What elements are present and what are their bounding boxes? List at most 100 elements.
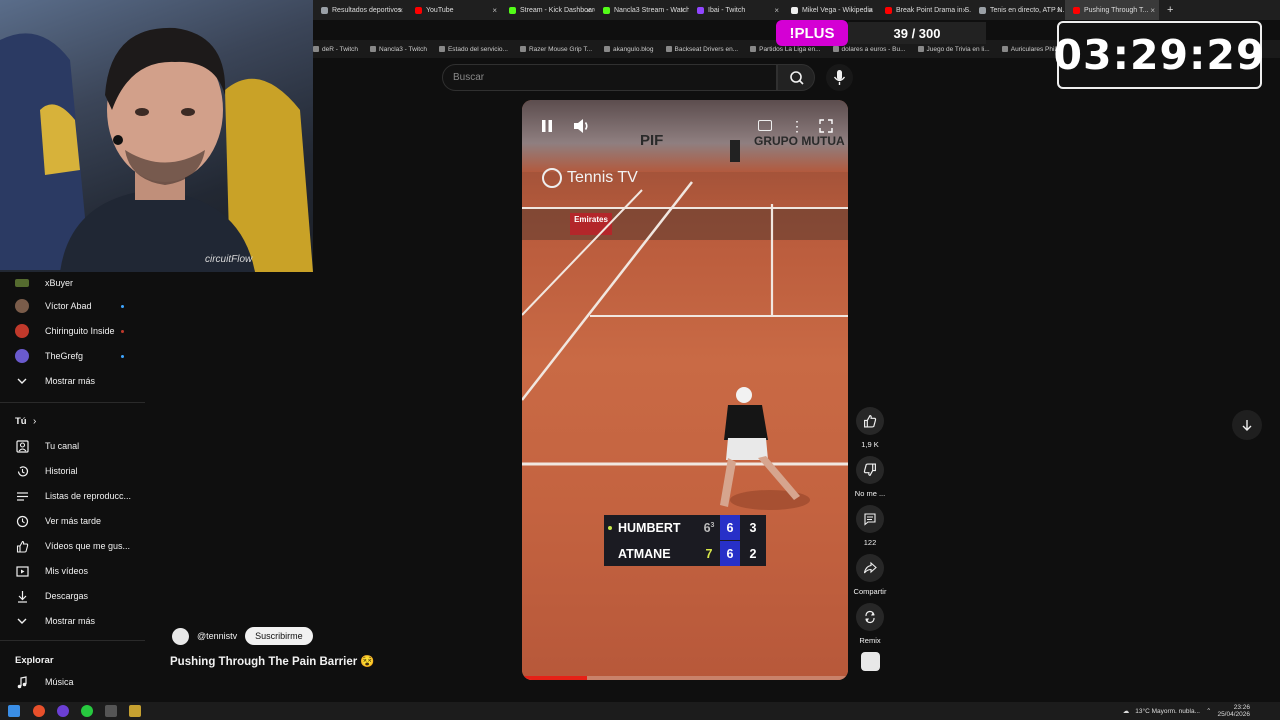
channel-logo-thumbnail[interactable] bbox=[861, 652, 880, 671]
comments-button[interactable]: 122 bbox=[852, 505, 888, 547]
close-tab-icon[interactable]: × bbox=[868, 6, 873, 15]
sidebar-item-playlists[interactable]: Listas de reproducc... bbox=[0, 485, 150, 507]
bookmark-item[interactable]: Backseat Drivers en... bbox=[665, 46, 738, 53]
close-tab-icon[interactable]: × bbox=[586, 6, 591, 15]
browser-tab[interactable]: Pushing Through T... × bbox=[1065, 0, 1159, 20]
close-tab-icon[interactable]: × bbox=[398, 6, 403, 15]
video-frame: Emirates Tennis TV PIF GRUPO MUTUA bbox=[522, 100, 848, 680]
banner-left: PIF bbox=[640, 132, 664, 149]
tab-favicon-icon bbox=[415, 6, 422, 14]
tab-label: Mikel Vega - Wikipedia bbox=[802, 6, 873, 14]
channel-handle[interactable]: @tennistv bbox=[197, 631, 237, 641]
video-title[interactable]: Pushing Through The Pain Barrier 😵 bbox=[170, 654, 375, 668]
tab-label: Break Point Drama in S... bbox=[896, 6, 971, 14]
sidebar-sub-1[interactable]: Víctor Abad bbox=[0, 295, 150, 317]
captions-icon[interactable] bbox=[758, 120, 772, 131]
browser-tab[interactable]: Nancla3 Stream - Watch × bbox=[595, 0, 689, 20]
like-button[interactable]: 1,9 K bbox=[852, 407, 888, 449]
bookmark-item[interactable]: Juego de Trivia en li... bbox=[917, 46, 990, 53]
volume-button[interactable] bbox=[572, 117, 592, 135]
chrome-icon[interactable] bbox=[33, 705, 45, 717]
shorts-video-player[interactable]: Emirates Tennis TV PIF GRUPO MUTUA ⋮ HUM… bbox=[522, 100, 848, 680]
search-input[interactable]: Buscar bbox=[442, 64, 777, 91]
sidebar-item-label: Tu canal bbox=[45, 441, 80, 451]
pause-icon bbox=[542, 120, 552, 132]
close-tab-icon[interactable]: × bbox=[680, 6, 685, 15]
next-video-button[interactable] bbox=[1232, 410, 1262, 440]
browser-tab[interactable]: Resultados deportivos × bbox=[313, 0, 407, 20]
fullscreen-button[interactable] bbox=[818, 118, 834, 134]
history-icon bbox=[15, 464, 29, 478]
dislike-button[interactable]: No me ... bbox=[852, 456, 888, 498]
browser-tab[interactable]: YouTube × bbox=[407, 0, 501, 20]
close-tab-icon[interactable]: × bbox=[1056, 6, 1061, 15]
bookmark-item[interactable]: dolares a euros - Bu... bbox=[832, 46, 906, 53]
sidebar-item-downloads[interactable]: Descargas bbox=[0, 585, 150, 607]
tab-label: Stream - Kick Dashboard bbox=[520, 6, 595, 14]
close-tab-icon[interactable]: × bbox=[492, 6, 497, 15]
sidebar-item-your-channel[interactable]: Tu canal bbox=[0, 435, 150, 457]
bookmark-item[interactable]: Partidos La Liga en... bbox=[750, 46, 821, 53]
browser-tab[interactable]: Stream - Kick Dashboard × bbox=[501, 0, 595, 20]
comment-count: 122 bbox=[863, 538, 877, 547]
remix-button[interactable]: Remix bbox=[852, 603, 888, 645]
more-options-icon[interactable]: ⋮ bbox=[790, 117, 804, 135]
sidebar-item-history[interactable]: Historial bbox=[0, 460, 150, 482]
sidebar-item-watch-later[interactable]: Ver más tarde bbox=[0, 510, 150, 532]
plus-badge: !PLUS bbox=[776, 20, 848, 46]
tab-label: Nancla3 Stream - Watch bbox=[614, 6, 689, 14]
sidebar-item-liked-videos[interactable]: Vídeos que me gus... bbox=[0, 535, 150, 557]
system-tray: ☁ 13°C Mayorm. nubla... ⌃ 23:26 25/04/20… bbox=[1123, 704, 1250, 718]
app-icon[interactable] bbox=[57, 705, 69, 717]
you-section-header[interactable]: Tú › bbox=[0, 410, 150, 432]
channel-avatar[interactable] bbox=[172, 627, 189, 645]
close-tab-icon[interactable]: × bbox=[962, 6, 967, 15]
bookmark-label: Nancla3 - Twitch bbox=[379, 45, 427, 53]
browser-tab[interactable]: Break Point Drama in S... × bbox=[877, 0, 971, 20]
clock[interactable]: 23:26 25/04/2026 bbox=[1217, 704, 1250, 718]
browser-tab[interactable]: Ibai - Twitch × bbox=[689, 0, 783, 20]
search-button[interactable] bbox=[777, 64, 815, 91]
serve-indicator bbox=[608, 525, 612, 530]
scoreboard: HUMBERT 63 6 3 ATMANE 7 6 2 bbox=[604, 515, 766, 566]
thumb-up-icon bbox=[864, 415, 877, 428]
wifi-icon[interactable]: ⌃ bbox=[1206, 707, 1211, 715]
close-tab-icon[interactable]: × bbox=[774, 6, 779, 15]
browser-tab[interactable]: Mikel Vega - Wikipedia × bbox=[783, 0, 877, 20]
share-button[interactable]: Compartir bbox=[852, 554, 888, 596]
close-tab-icon[interactable]: × bbox=[1150, 6, 1155, 15]
bookmark-item[interactable]: akangulo.blog bbox=[604, 46, 654, 53]
new-tab-icon[interactable]: + bbox=[1167, 4, 1173, 16]
comment-icon bbox=[864, 513, 876, 526]
sidebar-item-label: Ver más tarde bbox=[45, 516, 102, 526]
show-more-subscriptions[interactable]: Mostrar más bbox=[0, 370, 150, 392]
subscribe-button[interactable]: Suscribirme bbox=[245, 627, 313, 645]
progress-track[interactable] bbox=[522, 676, 848, 680]
sidebar-sub-2[interactable]: Chiringuito Inside bbox=[0, 320, 150, 342]
windows-start-icon[interactable] bbox=[8, 705, 20, 717]
bookmark-item[interactable]: Estado del servicio... bbox=[438, 45, 508, 53]
app-icon[interactable] bbox=[81, 705, 93, 717]
avatar bbox=[15, 279, 29, 287]
download-icon bbox=[15, 589, 29, 603]
account-box-icon bbox=[15, 439, 29, 453]
weather-text[interactable]: 13°C Mayorm. nubla... bbox=[1135, 708, 1200, 715]
playlist-icon bbox=[15, 489, 29, 503]
voice-search-button[interactable] bbox=[826, 64, 853, 91]
chevron-down-icon bbox=[15, 614, 29, 628]
pause-button[interactable] bbox=[538, 117, 556, 135]
sidebar-sub-0[interactable]: xBuyer bbox=[0, 272, 150, 294]
sidebar-item-music[interactable]: Música bbox=[0, 671, 150, 693]
browser-tab[interactable]: Tenis en directo, ATP N... × bbox=[971, 0, 1065, 20]
sidebar-item-my-videos[interactable]: Mis vídeos bbox=[0, 560, 150, 582]
app-icon[interactable] bbox=[105, 705, 117, 717]
bookmark-label: Estado del servicio... bbox=[447, 45, 508, 53]
bookmark-item[interactable]: deR - Twitch bbox=[313, 46, 358, 53]
show-more-you[interactable]: Mostrar más bbox=[0, 610, 150, 632]
set3-score: 3 bbox=[749, 520, 757, 535]
live-dot bbox=[121, 304, 124, 308]
bookmark-item[interactable]: Nancla3 - Twitch bbox=[370, 46, 427, 53]
bookmark-item[interactable]: Razer Mouse Grip T... bbox=[519, 46, 592, 53]
sidebar-sub-3[interactable]: TheGrefg bbox=[0, 345, 150, 367]
app-icon[interactable] bbox=[129, 705, 141, 717]
